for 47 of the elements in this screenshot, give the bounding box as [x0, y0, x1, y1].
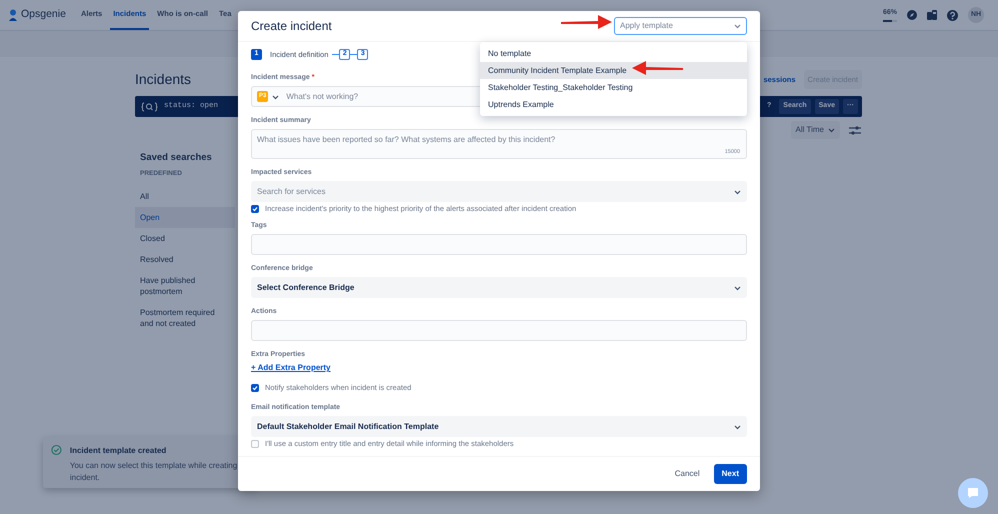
modal-title: Create incident	[251, 18, 332, 36]
saved-search-item[interactable]: Have published postmortem	[135, 270, 235, 302]
select-field[interactable]: Default Stakeholder Email Notification Template	[251, 416, 747, 438]
chevron-down-icon	[734, 284, 741, 291]
saved-search-item[interactable]: All	[135, 186, 235, 207]
text-field[interactable]	[251, 234, 747, 256]
checkbox[interactable]	[251, 205, 259, 214]
chat-icon	[966, 486, 980, 500]
page-title: Incidents	[135, 70, 192, 89]
app-switcher-icon[interactable]	[927, 10, 937, 20]
chevron-down-icon	[272, 94, 280, 100]
toast-title: Incident template created	[70, 445, 168, 457]
cancel-button[interactable]: Cancel	[672, 464, 702, 484]
chevron-down-icon	[734, 188, 741, 195]
annotation-arrow-icon	[630, 58, 686, 78]
chevron-down-icon	[734, 424, 741, 430]
add-property-link[interactable]: + Add Extra Property	[251, 363, 747, 374]
next-button[interactable]: Next	[714, 464, 747, 484]
app-name: Opsgenie	[21, 7, 66, 22]
compass-icon[interactable]	[907, 10, 917, 20]
saved-search-item[interactable]: Open	[135, 207, 235, 228]
menu-option[interactable]: Uptrends Example	[480, 96, 747, 113]
menu-option[interactable]: Stakeholder Testing_Stakeholder Testing	[480, 79, 747, 96]
select-field[interactable]: Search for services	[251, 181, 747, 202]
time-filter[interactable]: All Time	[790, 121, 840, 139]
text-field[interactable]	[251, 320, 747, 342]
logo-icon	[8, 9, 18, 21]
query-icon	[141, 102, 158, 112]
chevron-down-icon	[734, 23, 741, 30]
menu-option[interactable]: No template	[480, 45, 747, 62]
filter-settings-icon[interactable]	[848, 124, 862, 136]
message-field[interactable]: What's not working?	[286, 90, 358, 103]
menu-option[interactable]: Community Incident Template Example	[480, 62, 747, 79]
template-select[interactable]: Apply template	[614, 17, 747, 36]
saved-search-item[interactable]: Resolved	[135, 249, 235, 270]
checkbox[interactable]	[251, 440, 259, 448]
chevron-down-icon	[828, 127, 835, 133]
chat-button[interactable]	[958, 478, 988, 508]
sidebar-title: Saved searches	[139, 151, 213, 165]
help-icon[interactable]	[947, 10, 958, 20]
annotation-arrow-icon	[560, 12, 614, 32]
select-field[interactable]: Select Conference Bridge	[251, 277, 747, 298]
success-check-icon	[51, 444, 62, 456]
checkbox[interactable]	[251, 384, 259, 392]
saved-search-item[interactable]: Postmortem required and not created	[135, 302, 235, 334]
toast-message: You can now select this template while creating incident.	[70, 460, 238, 484]
saved-search-item[interactable]: Closed	[135, 228, 235, 249]
